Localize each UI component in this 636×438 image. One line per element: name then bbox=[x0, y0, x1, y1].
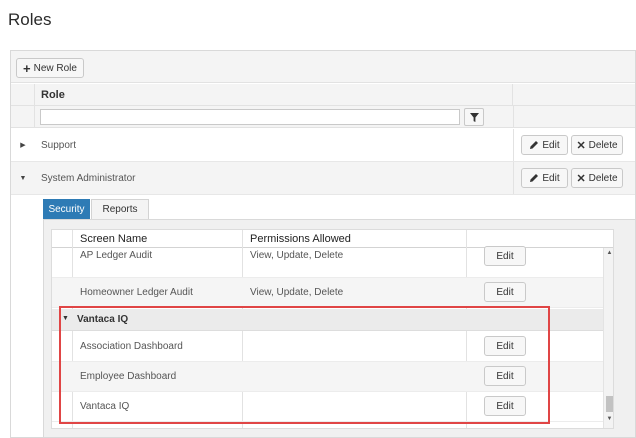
edit-role-button[interactable]: Edit bbox=[521, 168, 568, 188]
role-name: Support bbox=[41, 140, 77, 151]
new-role-label: New Role bbox=[33, 62, 77, 74]
caret-down-icon: ▼ bbox=[19, 174, 27, 182]
new-role-button[interactable]: + New Role bbox=[16, 58, 84, 78]
edit-label: Edit bbox=[542, 172, 560, 184]
caret-down-icon[interactable]: ▼ bbox=[62, 315, 69, 322]
close-icon: ✕ bbox=[576, 139, 586, 152]
role-detail-panel: Security Reports Screen Name Permissions… bbox=[35, 195, 635, 437]
scrollbar-thumb[interactable] bbox=[606, 396, 613, 412]
group-row-vantaca-iq: ▼ Vantaca IQ bbox=[52, 309, 603, 331]
edit-permission-button[interactable]: Edit bbox=[484, 282, 526, 302]
tab-security[interactable]: Security bbox=[43, 199, 90, 219]
delete-role-button[interactable]: ✕ Delete bbox=[571, 168, 623, 188]
row-actions: Edit ✕ Delete bbox=[513, 162, 635, 194]
group-name: Vantaca IQ bbox=[77, 314, 129, 325]
permissions-allowed-column-header[interactable]: Permissions Allowed bbox=[250, 233, 351, 245]
screen-name: Vantaca IQ bbox=[80, 401, 130, 412]
edit-permission-button[interactable]: Edit bbox=[484, 336, 526, 356]
filter-expand-cell bbox=[11, 106, 35, 127]
role-row-support[interactable]: ▶ Support Edit ✕ Delete bbox=[11, 129, 635, 162]
expand-column-header bbox=[11, 84, 35, 105]
scroll-down-arrow-icon[interactable]: ▼ bbox=[605, 416, 613, 425]
expand-row-support[interactable]: ▶ bbox=[11, 129, 35, 161]
edit-role-button[interactable]: Edit bbox=[521, 135, 568, 155]
security-tab-panel: Screen Name Permissions Allowed AP Ledge… bbox=[43, 219, 635, 437]
screen-name: AP Ledger Audit bbox=[80, 250, 153, 261]
row-actions: Edit ✕ Delete bbox=[513, 129, 635, 161]
edit-permission-button[interactable]: Edit bbox=[484, 246, 526, 266]
vertical-scrollbar[interactable]: ▲ ▼ bbox=[603, 248, 613, 428]
permissions-allowed: View, Update, Delete bbox=[250, 287, 344, 298]
pencil-icon bbox=[530, 174, 539, 182]
delete-label: Delete bbox=[588, 139, 618, 151]
permission-row: Homeowner Ledger Audit View, Update, Del… bbox=[52, 278, 603, 308]
pencil-icon bbox=[530, 141, 539, 149]
screen-name: Association Dashboard bbox=[80, 341, 183, 352]
tab-reports[interactable]: Reports bbox=[91, 199, 149, 219]
permission-row: AP Ledger Audit View, Update, Delete Edi… bbox=[52, 246, 603, 278]
permission-row: Association Dashboard Edit bbox=[52, 332, 603, 362]
scroll-up-arrow-icon[interactable]: ▲ bbox=[605, 250, 613, 259]
screen-name-column-header[interactable]: Screen Name bbox=[80, 233, 147, 245]
delete-role-button[interactable]: ✕ Delete bbox=[571, 135, 623, 155]
collapse-row-system-administrator[interactable]: ▼ bbox=[11, 162, 35, 194]
filter-row bbox=[11, 106, 635, 128]
filter-button[interactable] bbox=[464, 108, 484, 126]
permissions-allowed: View, Update, Delete bbox=[250, 250, 344, 261]
permission-row: Employee Dashboard Edit bbox=[52, 362, 603, 392]
roles-grid: + New Role Role ▶ Support Edit ✕ Delete bbox=[10, 50, 636, 438]
edit-permission-button[interactable]: Edit bbox=[484, 366, 526, 386]
edit-label: Edit bbox=[542, 139, 560, 151]
caret-right-icon: ▶ bbox=[20, 142, 26, 149]
grid-toolbar: + New Role bbox=[11, 51, 635, 83]
screen-name: Homeowner Ledger Audit bbox=[80, 287, 193, 298]
screen-name: Employee Dashboard bbox=[80, 371, 177, 382]
role-column-header[interactable]: Role bbox=[35, 84, 513, 105]
role-row-system-administrator[interactable]: ▼ System Administrator Edit ✕ Delete bbox=[11, 162, 635, 195]
delete-label: Delete bbox=[588, 172, 618, 184]
permissions-grid: Screen Name Permissions Allowed AP Ledge… bbox=[51, 229, 614, 429]
role-name: System Administrator bbox=[41, 173, 136, 184]
permissions-header-row: Screen Name Permissions Allowed bbox=[52, 230, 613, 248]
filter-icon bbox=[469, 112, 479, 122]
edit-permission-button[interactable]: Edit bbox=[484, 396, 526, 416]
plus-icon: + bbox=[23, 60, 31, 76]
close-icon: ✕ bbox=[576, 172, 586, 185]
page-title: Roles bbox=[8, 10, 52, 29]
permission-row: Vantaca IQ Edit bbox=[52, 392, 603, 422]
role-filter-input[interactable] bbox=[40, 109, 460, 125]
roles-header-row: Role bbox=[11, 84, 635, 106]
